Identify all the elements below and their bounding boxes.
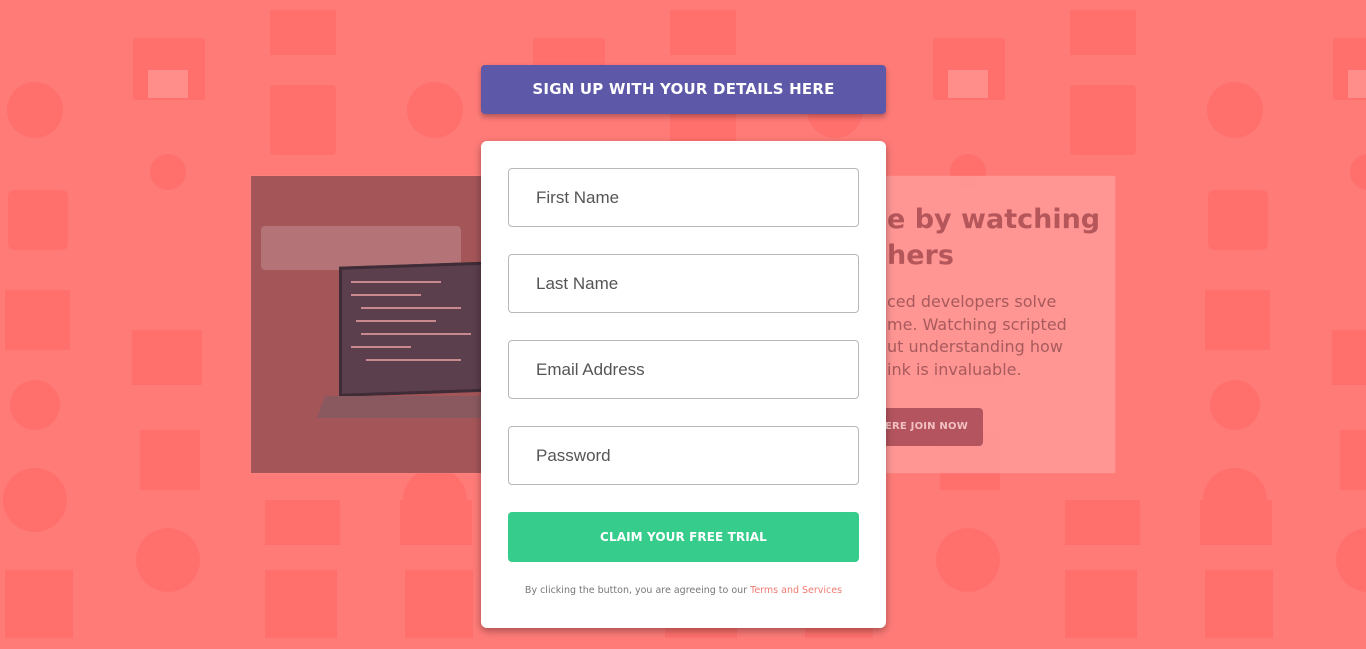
laptop-base xyxy=(316,396,491,418)
signup-header: SIGN UP WITH YOUR DETAILS HERE xyxy=(481,65,886,114)
pencil-icon xyxy=(132,330,202,385)
feature-description: ced developers solve me. Watching script… xyxy=(887,292,1067,379)
browser-icon xyxy=(265,570,337,638)
lifebuoy-icon xyxy=(136,528,200,592)
rocket-icon xyxy=(10,380,60,430)
calendar-icon xyxy=(5,570,73,638)
chart-icon xyxy=(270,10,336,55)
code-line xyxy=(356,320,436,322)
code-line xyxy=(361,307,461,309)
chart-icon xyxy=(5,290,70,350)
password-input[interactable] xyxy=(508,426,859,485)
first-name-input[interactable] xyxy=(508,168,859,227)
last-name-input[interactable] xyxy=(508,254,859,313)
terms-link[interactable]: Terms and Services xyxy=(750,585,842,596)
code-line xyxy=(351,346,411,348)
house-icon xyxy=(148,70,188,98)
headset-icon xyxy=(7,82,63,138)
feature-heading: e by watching hers xyxy=(887,204,1101,271)
code-line xyxy=(351,281,441,283)
email-input[interactable] xyxy=(508,340,859,399)
cart-icon xyxy=(140,430,200,490)
join-now-button: ERE JOIN NOW xyxy=(871,408,983,446)
code-line xyxy=(351,294,421,296)
network-icon xyxy=(150,154,186,190)
toolbox-icon xyxy=(270,85,336,155)
list-icon xyxy=(265,500,340,545)
laptop-photo xyxy=(251,176,491,473)
code-line xyxy=(366,359,461,361)
globe-icon xyxy=(3,468,67,532)
claim-free-trial-button[interactable]: CLAIM YOUR FREE TRIAL xyxy=(508,512,859,562)
disclaimer-text: By clicking the button, you are agreeing… xyxy=(524,585,751,596)
terms-disclaimer: By clicking the button, you are agreeing… xyxy=(481,585,886,596)
code-line xyxy=(361,333,471,335)
thumbs-up-icon xyxy=(8,190,68,250)
signup-form: CLAIM YOUR FREE TRIAL By clicking the bu… xyxy=(481,141,886,628)
